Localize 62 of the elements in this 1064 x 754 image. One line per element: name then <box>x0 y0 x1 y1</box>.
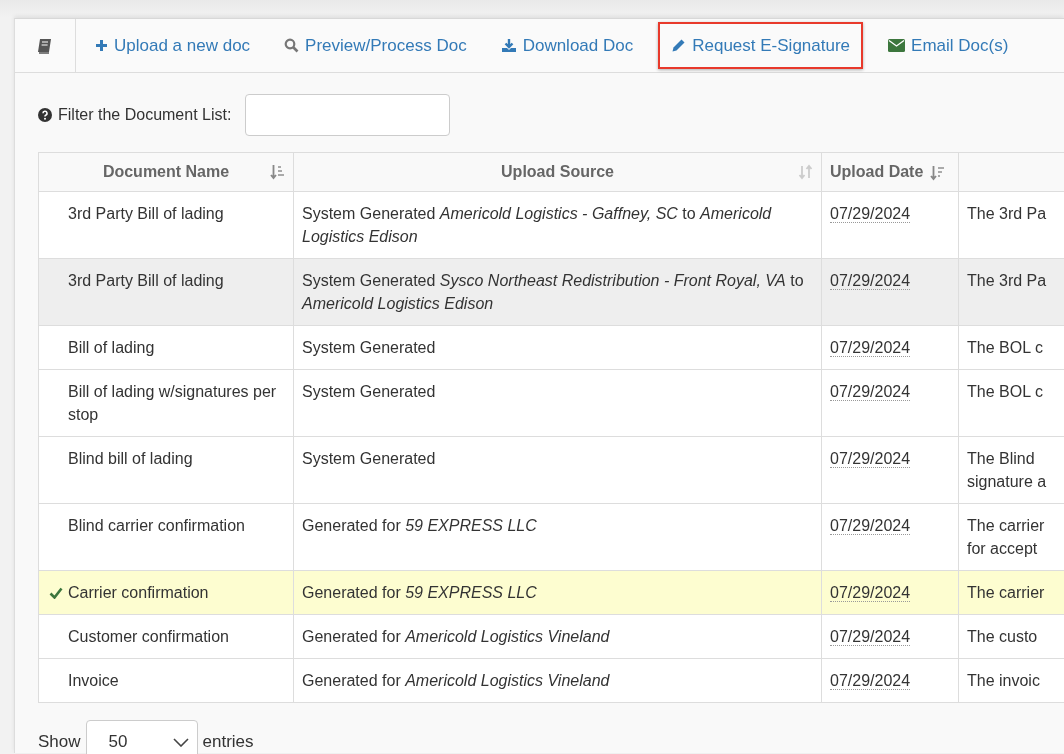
upload-source: Generated for Americold Logistics Vineland <box>302 672 610 689</box>
column-header[interactable]: Upload Source <box>293 152 822 192</box>
toolbar-button[interactable]: Preview/Process Doc <box>271 23 480 68</box>
book-icon <box>36 36 54 55</box>
document-name: Bill of lading <box>68 339 155 356</box>
entries-label: entries <box>202 732 254 752</box>
filter-label: Filter the Document List: <box>58 106 232 124</box>
description-text: The BOL c <box>967 383 1043 400</box>
upload-date: 07/29/2024 <box>830 517 911 535</box>
column-header[interactable]: Document Name <box>38 152 294 192</box>
entries-dropdown[interactable]: 50 <box>85 720 198 754</box>
description-text: The custo <box>967 628 1038 645</box>
description-text: The 3rd Pa <box>967 205 1047 222</box>
sort-ascending-icon <box>270 164 285 180</box>
description-text: The BOL c <box>967 339 1043 356</box>
upload-date: 07/29/2024 <box>830 272 911 290</box>
plus-icon <box>95 39 108 52</box>
upload-source: System Generated Americold Logistics - Gaffney, SC to Americold Logistics Edison <box>302 205 772 245</box>
upload-date: 07/29/2024 <box>830 205 911 223</box>
show-label: Show <box>38 732 81 752</box>
search-icon <box>284 38 300 53</box>
description-text: The carrier for accept <box>967 517 1045 557</box>
chevron-down-icon <box>172 737 189 747</box>
check-icon <box>49 587 63 599</box>
document-name: Carrier confirmation <box>68 584 209 601</box>
help-icon <box>38 108 52 122</box>
document-name: Bill of lading w/signatures per stop <box>68 383 277 423</box>
filter-input[interactable] <box>245 94 451 136</box>
toolbar-button[interactable]: Upload a new doc <box>82 23 264 68</box>
upload-date: 07/29/2024 <box>830 584 911 602</box>
description-text: The Blind signature a <box>967 450 1047 490</box>
envelope-icon <box>888 39 906 52</box>
upload-source: System Generated <box>302 383 436 400</box>
upload-date: 07/29/2024 <box>830 383 911 401</box>
document-name: Blind carrier confirmation <box>68 517 245 534</box>
description-text: The 3rd Pa <box>967 272 1047 289</box>
toolbar-button[interactable]: Email Doc(s) <box>875 23 1022 68</box>
sort-icon <box>798 164 813 180</box>
description-text: The invoic <box>967 672 1040 689</box>
upload-source: Generated for 59 EXPRESS LLC <box>302 584 537 601</box>
document-name: Invoice <box>68 672 119 689</box>
pencil-icon <box>671 38 687 53</box>
document-name: Blind bill of lading <box>68 450 193 467</box>
upload-date: 07/29/2024 <box>830 450 911 468</box>
toolbar-button[interactable]: Request E-Signature <box>658 22 864 69</box>
upload-source: Generated for 59 EXPRESS LLC <box>302 517 537 534</box>
sort-descending-icon <box>929 164 945 181</box>
description-text: The carrier <box>967 584 1045 601</box>
upload-date: 07/29/2024 <box>830 339 911 357</box>
column-header[interactable] <box>958 152 1064 192</box>
document-name: Customer confirmation <box>68 628 229 645</box>
column-header[interactable]: Upload Date <box>821 152 959 192</box>
upload-source: System Generated Sysco Northeast Redistribution - Front Royal, VA to Americold Logistics Edison <box>302 272 804 312</box>
upload-source: System Generated <box>302 339 436 356</box>
toolbar-button[interactable]: Download Doc <box>487 23 647 68</box>
upload-source: Generated for Americold Logistics Vineland <box>302 628 610 645</box>
document-name: 3rd Party Bill of lading <box>68 272 224 289</box>
document-name: 3rd Party Bill of lading <box>68 205 224 222</box>
upload-date: 07/29/2024 <box>830 672 911 690</box>
upload-source: System Generated <box>302 450 436 467</box>
download-icon <box>500 38 517 53</box>
upload-date: 07/29/2024 <box>830 628 911 646</box>
